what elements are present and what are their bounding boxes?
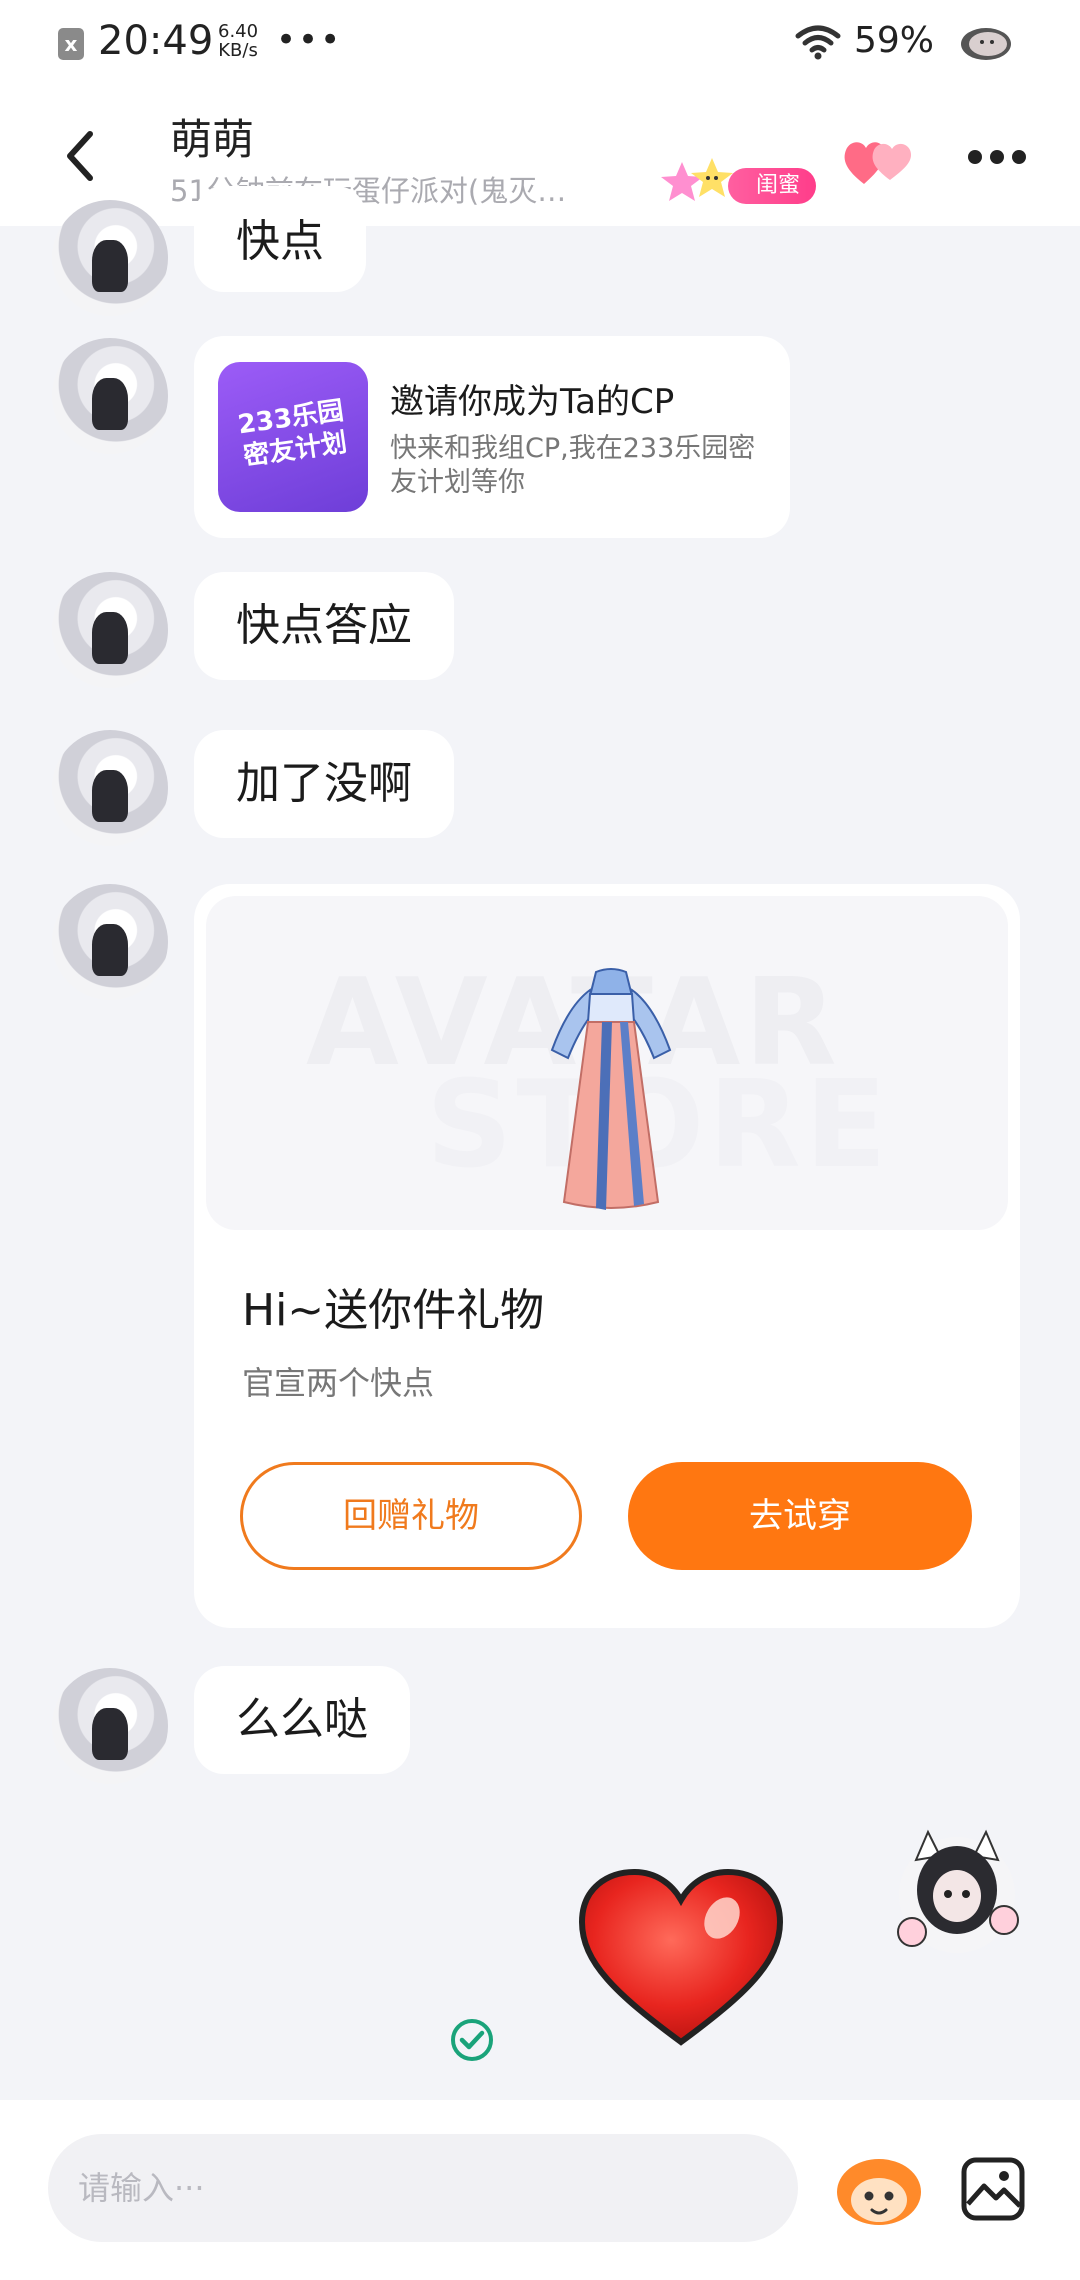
wifi-icon: [795, 25, 841, 60]
contact-name[interactable]: 萌萌: [170, 106, 254, 167]
message-bubble: 么么哒: [194, 1666, 410, 1774]
gift-subtitle: 官宣两个快点: [242, 1364, 435, 1402]
cp-invite-card[interactable]: 233乐园 密友计划 邀请你成为Ta的CP 快来和我组CP,我在233乐园密友计…: [194, 336, 790, 538]
invite-title: 邀请你成为Ta的CP: [390, 382, 675, 422]
message-bubble: 加了没啊: [194, 730, 454, 838]
status-bar: x 20:49 6.40 KB/s ••• 59%: [0, 0, 1080, 84]
more-options-icon[interactable]: [968, 150, 1026, 170]
relationship-badge: 闺蜜: [728, 168, 816, 204]
gift-preview[interactable]: AVATAR STORE: [206, 896, 1008, 1230]
robe-outfit-image: [550, 968, 672, 1210]
my-avatar-sticker[interactable]: [882, 1820, 1032, 1970]
sender-avatar[interactable]: [52, 338, 168, 454]
input-bar: [0, 2100, 1080, 2280]
try-on-button[interactable]: 去试穿: [628, 1462, 972, 1570]
gift-card[interactable]: AVATAR STORE Hi~送你件礼物 官宣两个快点 回赠礼物 去试穿: [194, 884, 1020, 1628]
read-check-icon: [451, 2019, 493, 2061]
status-more-icon: •••: [276, 20, 343, 60]
close-friend-plan-icon: 233乐园 密友计划: [218, 362, 368, 512]
return-gift-button[interactable]: 回赠礼物: [240, 1462, 582, 1570]
notification-close-icon: x: [58, 28, 84, 60]
sender-avatar[interactable]: [52, 200, 168, 316]
emoji-mascot-icon[interactable]: [832, 2152, 926, 2228]
sender-avatar[interactable]: [52, 1668, 168, 1784]
heart-sticker[interactable]: [576, 1866, 786, 2050]
battery-pet-icon: [961, 28, 1011, 60]
message-input[interactable]: [48, 2134, 798, 2242]
network-speed: 6.40 KB/s: [218, 22, 258, 60]
back-arrow-icon[interactable]: [56, 124, 106, 188]
hearts-icon[interactable]: [840, 134, 916, 190]
invite-description: 快来和我组CP,我在233乐园密友计划等你: [390, 433, 756, 498]
status-time: 20:49: [98, 18, 214, 64]
sender-avatar[interactable]: [52, 884, 168, 1000]
message-bubble: 快点: [194, 186, 366, 292]
image-icon[interactable]: [960, 2156, 1026, 2222]
gift-title: Hi~送你件礼物: [242, 1285, 545, 1336]
chat-header: 萌萌 51分钟前在玩蛋仔派对(鬼灭… 闺蜜: [0, 84, 1080, 226]
sender-avatar[interactable]: [52, 572, 168, 688]
battery-level: 59%: [854, 20, 935, 61]
message-bubble: 快点答应: [194, 572, 454, 680]
network-speed-value: 6.40: [218, 21, 259, 42]
network-speed-unit: KB/s: [218, 40, 258, 61]
sender-avatar[interactable]: [52, 730, 168, 846]
